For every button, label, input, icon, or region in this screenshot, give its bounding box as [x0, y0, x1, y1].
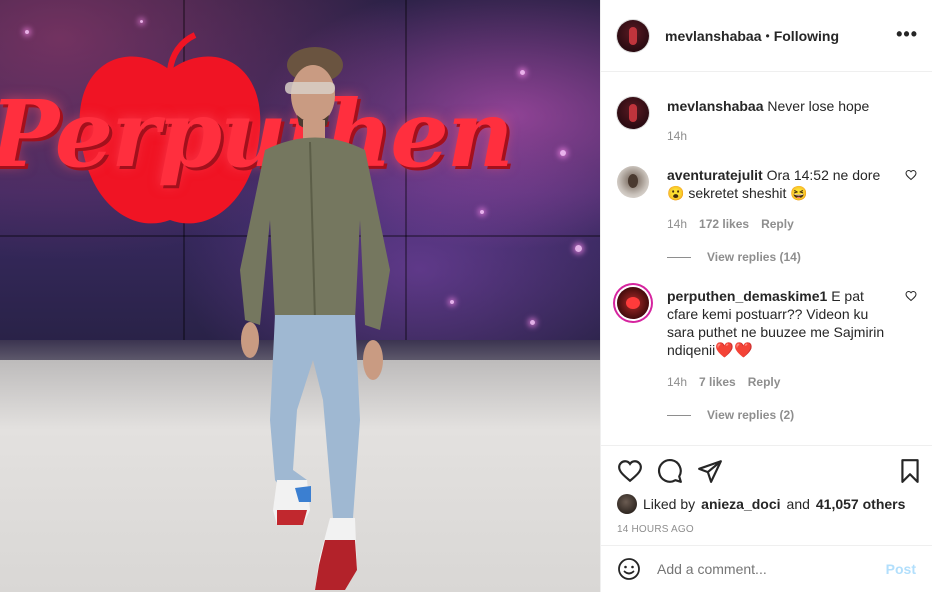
caption-body: Never lose hope	[767, 98, 870, 114]
comment-item: aventuratejulit Ora 14:52 ne dore 😮 sekr…	[617, 166, 917, 276]
replies-line	[667, 256, 691, 258]
comment-meta: 14h 7 likes Reply	[667, 375, 780, 389]
comment-time[interactable]: 14h	[667, 375, 687, 389]
laughing-emoji: 😆	[790, 185, 808, 201]
caption: mevlanshabaa Never lose hope 14h	[617, 97, 917, 157]
separator-dot: •	[765, 28, 770, 43]
comment-item: perputhen_demaskime1 E pat cfare kemi po…	[617, 287, 917, 427]
liked-by-prefix: Liked by	[643, 496, 696, 512]
person-figure	[240, 47, 390, 590]
caption-avatar[interactable]	[617, 97, 649, 129]
likes-count[interactable]: 41,057 others	[816, 496, 906, 512]
heart-emoji: ❤️❤️	[715, 342, 753, 359]
commenter-avatar[interactable]	[617, 287, 649, 319]
comment-body-line2: 😮 sekretet sheshit	[667, 185, 791, 201]
author-avatar[interactable]	[617, 19, 649, 52]
comment-like-heart-icon[interactable]	[905, 169, 917, 181]
following-button[interactable]: Following	[774, 28, 839, 44]
replies-line	[667, 414, 691, 416]
liked-by: Liked by anieza_doci and 41,057 others	[617, 494, 905, 514]
bookmark-icon[interactable]	[897, 458, 923, 484]
post-header: mevlanshabaa • Following •••	[601, 0, 932, 72]
comment-text: perputhen_demaskime1 E pat cfare kemi po…	[667, 287, 897, 360]
sparkle	[560, 150, 566, 156]
sparkle	[140, 20, 143, 23]
post-side-panel: mevlanshabaa • Following ••• mevlanshaba…	[600, 0, 932, 592]
comments-list[interactable]: mevlanshabaa Never lose hope 14h aventur…	[601, 73, 932, 445]
comment-body-line1: Ora 14:52 ne dore	[766, 167, 881, 183]
add-comment-input[interactable]	[657, 561, 886, 577]
liker-avatar[interactable]	[617, 494, 637, 514]
comment-text: aventuratejulit Ora 14:52 ne dore 😮 sekr…	[667, 166, 897, 202]
emoji-icon[interactable]	[617, 557, 641, 581]
more-options-icon[interactable]: •••	[896, 24, 918, 44]
sparkle	[480, 210, 484, 214]
comment-icon[interactable]	[657, 458, 683, 484]
view-replies-label: View replies (2)	[707, 408, 795, 422]
commenter-username[interactable]: perputhen_demaskime1	[667, 288, 827, 304]
post-actions: Liked by anieza_doci and 41,057 others 1…	[601, 445, 932, 545]
liked-by-and: and	[786, 496, 810, 512]
sparkle	[450, 300, 454, 304]
view-replies-button[interactable]: View replies (2)	[667, 408, 794, 422]
reply-button[interactable]: Reply	[761, 217, 794, 231]
commenter-avatar[interactable]	[617, 166, 649, 198]
post-comment-button[interactable]: Post	[886, 561, 916, 577]
comment-like-heart-icon[interactable]	[905, 290, 917, 302]
post-timestamp[interactable]: 14 HOURS AGO	[617, 524, 694, 535]
view-replies-button[interactable]: View replies (14)	[667, 250, 801, 264]
caption-text: mevlanshabaa Never lose hope	[667, 97, 897, 115]
comment-meta: 14h 172 likes Reply	[667, 217, 794, 231]
liker-username[interactable]: anieza_doci	[701, 496, 780, 512]
sparkle	[530, 320, 535, 325]
author-username[interactable]: mevlanshabaa	[665, 28, 762, 44]
action-icons	[617, 458, 919, 486]
comment-likes[interactable]: 172 likes	[699, 217, 749, 231]
comment-time[interactable]: 14h	[667, 217, 687, 231]
caption-time[interactable]: 14h	[667, 129, 687, 143]
caption-meta: 14h	[667, 129, 687, 143]
instagram-post-modal: Perputhen mevlanshabaa • Following ••• m…	[0, 0, 932, 592]
commenter-username[interactable]: aventuratejulit	[667, 167, 763, 183]
comment-likes[interactable]: 7 likes	[699, 375, 736, 389]
share-icon[interactable]	[697, 458, 723, 484]
reply-button[interactable]: Reply	[748, 375, 781, 389]
heart-icon[interactable]	[617, 458, 643, 484]
sparkle	[25, 30, 29, 34]
sparkle	[520, 70, 525, 75]
view-replies-label: View replies (14)	[707, 250, 801, 264]
caption-username[interactable]: mevlanshabaa	[667, 98, 764, 114]
post-photo[interactable]: Perputhen	[0, 0, 600, 592]
add-comment-bar: Post	[601, 545, 932, 592]
sparkle	[575, 245, 582, 252]
